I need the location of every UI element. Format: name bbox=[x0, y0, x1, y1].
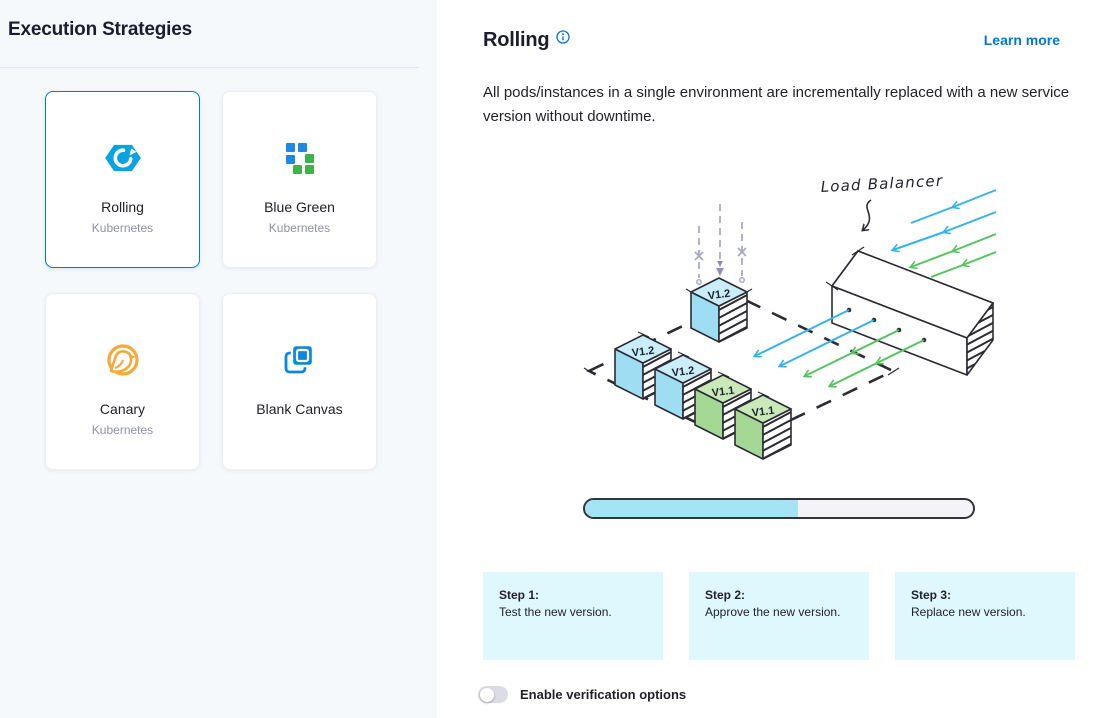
step-title: Step 2: bbox=[705, 587, 853, 603]
rollout-progress-bar bbox=[583, 498, 975, 519]
step-card-2: Step 2: Approve the new version. bbox=[689, 572, 869, 660]
page-title: Execution Strategies bbox=[8, 19, 192, 41]
steps-row: Step 1: Test the new version. Step 2: Ap… bbox=[483, 572, 1075, 660]
strategy-name: Rolling bbox=[101, 199, 144, 215]
strategy-list-panel: Execution Strategies Rolling Kubernetes bbox=[0, 0, 437, 718]
strategy-name: Blank Canvas bbox=[256, 401, 342, 417]
divider bbox=[0, 67, 419, 68]
strategy-description: All pods/instances in a single environme… bbox=[483, 81, 1083, 129]
strategy-card-blank-canvas[interactable]: Blank Canvas bbox=[222, 293, 377, 470]
learn-more-link[interactable]: Learn more bbox=[984, 32, 1060, 48]
strategy-name: Blue Green bbox=[264, 199, 335, 215]
strategy-card-canary[interactable]: Canary Kubernetes bbox=[45, 293, 200, 470]
deploy-lines bbox=[695, 204, 746, 284]
strategy-name: Canary bbox=[100, 401, 145, 417]
verification-toggle-row: Enable verification options bbox=[478, 686, 686, 703]
strategy-subtitle: Kubernetes bbox=[92, 423, 153, 437]
strategy-card-rolling[interactable]: Rolling Kubernetes bbox=[45, 91, 200, 268]
strategy-detail-title: Rolling bbox=[483, 29, 549, 52]
step-card-1: Step 1: Test the new version. bbox=[483, 572, 663, 660]
load-balancer-box bbox=[826, 247, 993, 375]
step-text: Approve the new version. bbox=[705, 604, 853, 620]
blank-canvas-icon bbox=[280, 337, 320, 383]
detail-header: Rolling Learn more bbox=[483, 29, 1060, 52]
strategy-card-blue-green[interactable]: Blue Green Kubernetes bbox=[222, 91, 377, 268]
blue-green-icon bbox=[280, 135, 320, 181]
step-text: Test the new version. bbox=[499, 604, 647, 620]
incoming-pod-cube: V1.2 bbox=[686, 278, 752, 342]
strategy-detail-panel: Rolling Learn more All pods/instances in… bbox=[437, 0, 1116, 718]
execution-strategies-screen: Execution Strategies Rolling Kubernetes bbox=[0, 0, 1116, 718]
incoming-traffic-arrows bbox=[893, 190, 996, 277]
toggle-knob bbox=[480, 688, 494, 702]
verification-toggle-label: Enable verification options bbox=[520, 687, 686, 702]
step-title: Step 3: bbox=[911, 587, 1059, 603]
strategy-subtitle: Kubernetes bbox=[92, 221, 153, 235]
step-title: Step 1: bbox=[499, 587, 647, 603]
strategy-cards-grid: Rolling Kubernetes Blue Green Kubern bbox=[45, 91, 377, 470]
strategy-subtitle: Kubernetes bbox=[269, 221, 330, 235]
step-text: Replace new version. bbox=[911, 604, 1059, 620]
rolling-deployment-illustration: V1.2 V1.2 V1.1 V1.1 bbox=[559, 164, 999, 482]
verification-toggle[interactable] bbox=[478, 686, 508, 703]
step-card-3: Step 3: Replace new version. bbox=[895, 572, 1075, 660]
rolling-icon bbox=[102, 135, 144, 181]
progress-fill bbox=[585, 500, 798, 517]
label-pointer-arrow bbox=[863, 200, 871, 230]
canary-icon bbox=[101, 337, 145, 383]
info-icon[interactable] bbox=[556, 30, 570, 44]
load-balancer-label: Load Balancer bbox=[820, 172, 943, 196]
